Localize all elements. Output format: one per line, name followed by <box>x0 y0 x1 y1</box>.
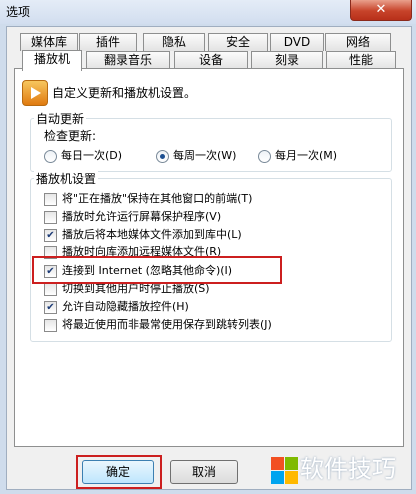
radio-weekly[interactable]: 每周一次(W) <box>156 147 236 163</box>
logo-square-yellow <box>285 471 298 484</box>
cancel-button[interactable]: 取消 <box>170 460 238 484</box>
tab-media-library[interactable]: 媒体库 <box>20 33 78 51</box>
tab-network[interactable]: 网络 <box>325 33 391 51</box>
close-icon: ✕ <box>375 2 387 17</box>
checkbox-unchecked-icon <box>44 210 57 224</box>
tab-performance[interactable]: 性能 <box>326 51 396 69</box>
watermark-text: 软件技巧 <box>300 455 396 483</box>
highlight-ok-button <box>76 455 162 489</box>
checkbox-label: 允许自动隐藏播放控件(H) <box>62 300 189 313</box>
checkbox-unchecked-icon <box>44 318 57 332</box>
watermark-logo-icon <box>257 451 299 489</box>
highlight-internet-option <box>32 256 282 284</box>
radio-daily[interactable]: 每日一次(D) <box>44 147 122 163</box>
checkbox-option-2[interactable]: 播放时允许运行屏幕保护程序(V) <box>44 208 221 224</box>
tab-dvd[interactable]: DVD <box>270 33 324 51</box>
checkbox-label: 将最近使用而非最常使用保存到跳转列表(J) <box>62 318 272 331</box>
tab-player[interactable]: 播放机 <box>22 50 82 71</box>
window-title: 选项 <box>6 5 31 19</box>
tab-privacy[interactable]: 隐私 <box>143 33 205 51</box>
checkbox-option-8[interactable]: 将最近使用而非最常使用保存到跳转列表(J) <box>44 316 272 332</box>
tab-rip-music[interactable]: 翻录音乐 <box>86 51 170 69</box>
panel-description: 自定义更新和播放机设置。 <box>52 86 197 100</box>
radio-indicator-selected <box>156 149 169 163</box>
auto-update-title: 自动更新 <box>34 110 87 127</box>
check-update-label: 检查更新: <box>44 129 97 143</box>
title-bar: 选项 ✕ <box>0 0 416 24</box>
logo-square-red <box>271 457 284 470</box>
close-button[interactable]: ✕ <box>350 0 412 21</box>
checkbox-label: 将"正在播放"保持在其他窗口的前端(T) <box>62 192 253 205</box>
checkbox-unchecked-icon <box>44 282 57 296</box>
checkbox-label: 播放时允许运行屏幕保护程序(V) <box>62 210 222 223</box>
checkbox-checked-icon: ✔ <box>44 228 57 242</box>
logo-square-green <box>285 457 298 470</box>
tab-security[interactable]: 安全 <box>208 33 268 51</box>
radio-indicator <box>44 149 57 163</box>
checkbox-checked-icon: ✔ <box>44 300 57 314</box>
tab-plugins[interactable]: 插件 <box>79 33 137 51</box>
radio-monthly[interactable]: 每月一次(M) <box>258 147 337 163</box>
player-icon <box>22 80 48 106</box>
checkbox-option-7[interactable]: ✔ 允许自动隐藏播放控件(H) <box>44 298 189 314</box>
checkbox-unchecked-icon <box>44 192 57 206</box>
checkbox-option-3[interactable]: ✔ 播放后将本地媒体文件添加到库中(L) <box>44 226 242 242</box>
tab-devices[interactable]: 设备 <box>174 51 248 69</box>
checkbox-option-1[interactable]: 将"正在播放"保持在其他窗口的前端(T) <box>44 190 252 206</box>
checkbox-label: 播放后将本地媒体文件添加到库中(L) <box>62 228 242 241</box>
player-settings-title: 播放机设置 <box>34 170 99 187</box>
logo-square-blue <box>271 471 284 484</box>
tab-burn[interactable]: 刻录 <box>251 51 323 69</box>
radio-indicator <box>258 149 271 163</box>
